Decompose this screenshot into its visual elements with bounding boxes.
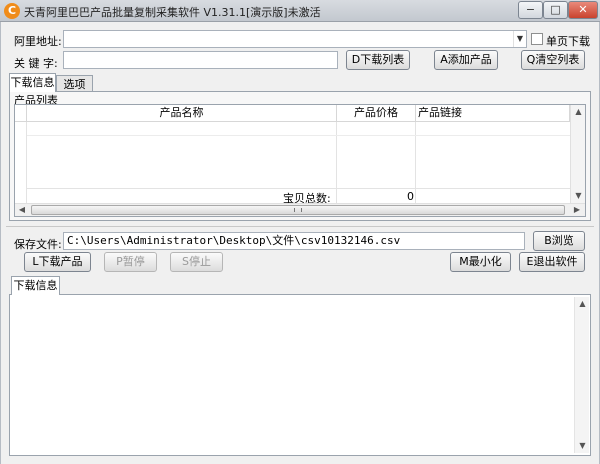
minimize-button[interactable]: M最小化 xyxy=(450,252,511,272)
grid-line xyxy=(27,135,570,136)
save-file-label: 保存文件: xyxy=(14,238,62,251)
save-file-path-input[interactable]: C:\Users\Administrator\Desktop\文件\csv101… xyxy=(63,232,525,250)
tab-options[interactable]: 选项 xyxy=(56,75,93,92)
download-product-button[interactable]: L下载产品 xyxy=(24,252,91,272)
grip-icon xyxy=(294,208,302,212)
browse-button[interactable]: B浏览 xyxy=(533,231,585,251)
title-bar[interactable]: C 天青阿里巴巴产品批量复制采集软件 V1.31.1[演示版]未激活 − □ ✕ xyxy=(0,0,600,22)
maximize-window-button[interactable]: □ xyxy=(543,1,568,19)
product-list-table[interactable]: 产品名称 产品价格 产品链接 宝贝总数: 0 ▲ ▼ ◀ ▶ xyxy=(14,104,586,217)
chevron-down-icon[interactable]: ▼ xyxy=(513,31,526,47)
scroll-down-icon[interactable]: ▼ xyxy=(571,191,586,200)
ali-address-input[interactable] xyxy=(63,30,526,48)
total-count-value: 0 xyxy=(407,190,414,203)
scroll-up-icon[interactable]: ▲ xyxy=(571,107,586,116)
tab-download-info[interactable]: 下载信息 xyxy=(9,73,56,92)
app-icon: C xyxy=(4,3,20,19)
scroll-left-icon[interactable]: ◀ xyxy=(17,205,27,214)
tab-log-download-info[interactable]: 下载信息 xyxy=(11,276,60,295)
scroll-down-icon[interactable]: ▼ xyxy=(575,441,590,450)
keyword-label: 关 键 字: xyxy=(14,57,58,70)
add-product-button[interactable]: A添加产品 xyxy=(434,50,498,70)
divider xyxy=(6,226,594,227)
download-list-button[interactable]: D下载列表 xyxy=(346,50,410,70)
close-window-button[interactable]: ✕ xyxy=(568,1,598,19)
single-page-label: 单页下载 xyxy=(546,35,590,48)
column-header-product-price[interactable]: 产品价格 xyxy=(337,105,416,122)
minimize-window-button[interactable]: − xyxy=(518,1,543,19)
stop-button[interactable]: S停止 xyxy=(170,252,223,272)
ali-address-label: 阿里地址: xyxy=(14,35,62,48)
exit-button[interactable]: E退出软件 xyxy=(519,252,585,272)
log-text-area[interactable] xyxy=(13,298,572,452)
scroll-right-icon[interactable]: ▶ xyxy=(572,205,582,214)
scroll-up-icon[interactable]: ▲ xyxy=(575,299,590,308)
horizontal-scrollbar[interactable]: ◀ ▶ xyxy=(15,203,585,216)
log-vertical-scrollbar[interactable]: ▲ ▼ xyxy=(574,297,589,453)
pause-button[interactable]: P暂停 xyxy=(104,252,157,272)
clear-list-button[interactable]: Q清空列表 xyxy=(521,50,585,70)
vertical-scrollbar[interactable]: ▲ ▼ xyxy=(570,105,585,203)
column-header-product-name[interactable]: 产品名称 xyxy=(27,105,337,122)
window-title: 天青阿里巴巴产品批量复制采集软件 V1.31.1[演示版]未激活 xyxy=(24,6,321,19)
log-panel: ▲ ▼ xyxy=(9,294,591,456)
row-header-corner xyxy=(15,105,27,122)
field-border xyxy=(526,30,527,48)
scroll-thumb[interactable] xyxy=(31,205,565,215)
single-page-checkbox[interactable] xyxy=(531,33,543,45)
column-header-product-link[interactable]: 产品链接 xyxy=(416,105,570,122)
grid-line xyxy=(27,188,570,189)
keyword-input[interactable] xyxy=(63,51,338,69)
